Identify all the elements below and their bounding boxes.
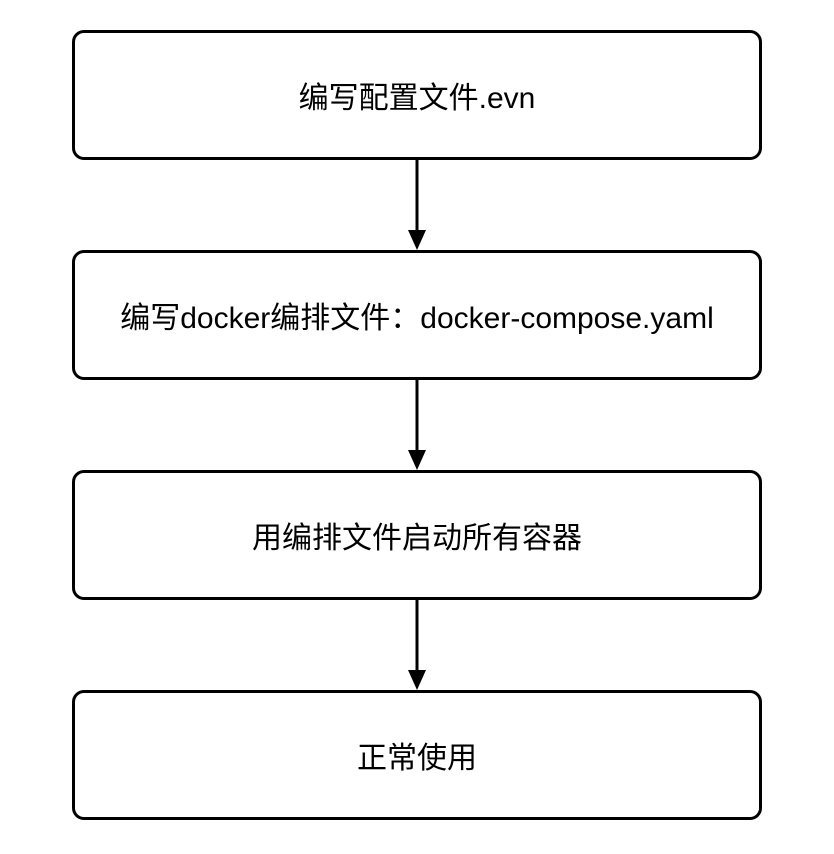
step-box-4: 正常使用 (72, 690, 762, 820)
step-label: 用编排文件启动所有容器 (252, 513, 582, 557)
arrow-down-icon (402, 160, 432, 250)
arrow-1 (402, 160, 432, 250)
arrow-2 (402, 380, 432, 470)
flowchart-container: 编写配置文件.evn 编写docker编排文件：docker-compose.y… (72, 30, 762, 820)
step-label: 编写docker编排文件：docker-compose.yaml (120, 293, 713, 337)
arrow-down-icon (402, 600, 432, 690)
step-label: 正常使用 (357, 733, 477, 777)
step-label: 编写配置文件.evn (299, 73, 536, 117)
step-box-2: 编写docker编排文件：docker-compose.yaml (72, 250, 762, 380)
step-box-1: 编写配置文件.evn (72, 30, 762, 160)
step-box-3: 用编排文件启动所有容器 (72, 470, 762, 600)
arrow-down-icon (402, 380, 432, 470)
arrow-3 (402, 600, 432, 690)
